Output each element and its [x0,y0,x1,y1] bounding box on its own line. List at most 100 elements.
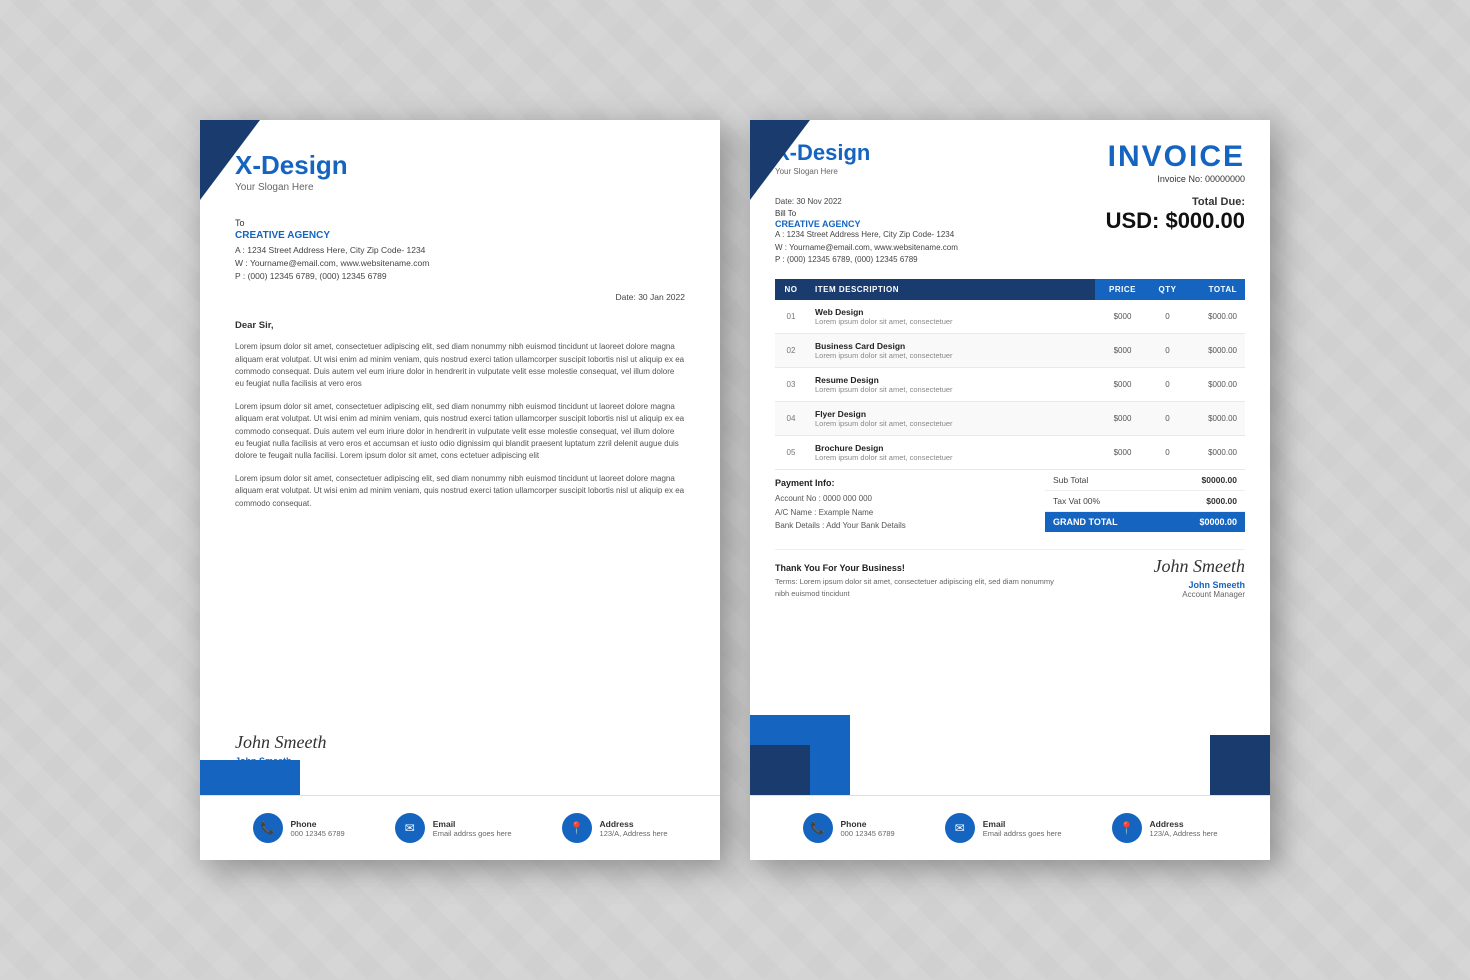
letterhead-signature: John Smeeth John Smeeth Account Manager [235,732,685,775]
inv-address-label: Address [1150,819,1218,829]
thanks-text: Thank You For Your Business! Terms: Lore… [775,563,1055,599]
invoice-total-due-area: Total Due: USD: $000.00 [1106,196,1245,234]
client-phone: P : (000) 12345 6789, (000) 12345 6789 [775,254,958,267]
row-no: 03 [775,368,807,402]
inv-signer-title: Account Manager [1154,590,1245,599]
phone-value: 000 12345 6789 [291,829,345,838]
row-qty: 0 [1150,300,1185,334]
row-desc: Brochure Design Lorem ipsum dolor sit am… [807,436,1095,470]
footer-address-item: 📍 Address 123/A, Address here [562,813,668,843]
account-no: Account No : 0000 000 000 [775,492,1045,506]
invoice-date: Date: 30 Nov 2022 [775,196,958,209]
bill-to-label: Bill To [775,209,958,218]
logo-slogan: Your Slogan Here [235,182,685,193]
address-icon: 📍 [562,813,592,843]
footer-address-text: Address 123/A, Address here [600,819,668,838]
table-row: 03 Resume Design Lorem ipsum dolor sit a… [775,368,1245,402]
address-label: Address [600,819,668,829]
signature-script: John Smeeth [235,732,685,753]
table-row: 02 Business Card Design Lorem ipsum dolo… [775,334,1245,368]
row-price: $000 [1095,368,1150,402]
invoice-meta: Date: 30 Nov 2022 Bill To CREATIVE AGENC… [775,196,1245,267]
tax-row: Tax Vat 00% $000.00 [1045,491,1245,512]
row-desc: Business Card Design Lorem ipsum dolor s… [807,334,1095,368]
row-total: $000.00 [1185,368,1245,402]
inv-corner-bl-dark [750,745,810,795]
recipient-address: A : 1234 Street Address Here, City Zip C… [235,244,685,257]
total-due-label: Total Due: [1106,196,1245,208]
client-address: A : 1234 Street Address Here, City Zip C… [775,229,958,242]
footer-phone-text: Phone 000 12345 6789 [291,819,345,838]
invoice-document: X-Design Your Slogan Here INVOICE Invoic… [750,120,1270,860]
tax-value: $000.00 [1206,496,1237,506]
letterhead-body: Dear Sir, Lorem ipsum dolor sit amet, co… [235,320,685,717]
inv-address-value: 123/A, Address here [1150,829,1218,838]
email-value: Email addrss goes here [433,829,512,838]
subtotal-value: $0000.00 [1202,475,1237,485]
invoice-client-info: Date: 30 Nov 2022 Bill To CREATIVE AGENC… [775,196,958,267]
grand-total-value: $0000.00 [1199,517,1237,527]
recipient-website: W : Yourname@email.com, www.websitename.… [235,257,685,270]
row-desc: Flyer Design Lorem ipsum dolor sit amet,… [807,402,1095,436]
inv-footer-email: ✉ Email Email addrss goes here [945,813,1062,843]
inv-phone-icon: 📞 [803,813,833,843]
table-row: 04 Flyer Design Lorem ipsum dolor sit am… [775,402,1245,436]
row-no: 04 [775,402,807,436]
col-header-no: NO [775,279,807,300]
payment-info-title: Payment Info: [775,478,1045,488]
inv-email-label: Email [983,819,1062,829]
row-price: $000 [1095,402,1150,436]
letterhead-footer: 📞 Phone 000 12345 6789 ✉ Email Email add… [200,795,720,860]
footer-email-item: ✉ Email Email addrss goes here [395,813,512,843]
client-company: CREATIVE AGENCY [775,219,958,229]
pages-container: X-Design Your Slogan Here To CREATIVE AG… [200,120,1270,860]
inv-footer-address: 📍 Address 123/A, Address here [1112,813,1218,843]
row-no: 05 [775,436,807,470]
footer-email-text: Email Email addrss goes here [433,819,512,838]
invoice-thanks: Thank You For Your Business! Terms: Lore… [775,549,1245,599]
inv-corner-br [1210,735,1270,795]
email-label: Email [433,819,512,829]
row-qty: 0 [1150,334,1185,368]
inv-signature-script: John Smeeth [1154,556,1245,577]
payment-info: Payment Info: Account No : 0000 000 000 … [775,470,1045,541]
row-desc: Resume Design Lorem ipsum dolor sit amet… [807,368,1095,402]
summary-table: Sub Total $0000.00 Tax Vat 00% $000.00 G… [1045,470,1245,532]
paragraph-1: Lorem ipsum dolor sit amet, consectetuer… [235,341,685,391]
inv-footer-phone-text: Phone 000 12345 6789 [841,819,895,838]
inv-logo-slogan: Your Slogan Here [775,167,870,176]
invoice-signature: John Smeeth John Smeeth Account Manager [1154,556,1245,599]
row-qty: 0 [1150,368,1185,402]
inv-footer-email-text: Email Email addrss goes here [983,819,1062,838]
signer-name: John Smeeth [235,756,685,766]
invoice-page: X-Design Your Slogan Here INVOICE Invoic… [750,120,1270,860]
row-total: $000.00 [1185,300,1245,334]
paragraph-3: Lorem ipsum dolor sit amet, consectetuer… [235,473,685,510]
invoice-number: Invoice No: 00000000 [1108,174,1245,184]
inv-email-icon: ✉ [945,813,975,843]
col-header-desc: ITEM DESCRIPTION [807,279,1095,300]
inv-phone-value: 000 12345 6789 [841,829,895,838]
row-price: $000 [1095,436,1150,470]
invoice-bottom: Payment Info: Account No : 0000 000 000 … [775,470,1245,541]
row-price: $000 [1095,300,1150,334]
row-no: 01 [775,300,807,334]
letterhead-document: X-Design Your Slogan Here To CREATIVE AG… [200,120,720,860]
phone-label: Phone [291,819,345,829]
table-row: 05 Brochure Design Lorem ipsum dolor sit… [775,436,1245,470]
tax-label: Tax Vat 00% [1053,496,1100,506]
subtotal-label: Sub Total [1053,475,1088,485]
email-icon: ✉ [395,813,425,843]
recipient-company: CREATIVE AGENCY [235,230,685,241]
row-total: $000.00 [1185,402,1245,436]
invoice-footer: 📞 Phone 000 12345 6789 ✉ Email Email add… [750,795,1270,860]
col-header-price: PRICE [1095,279,1150,300]
row-qty: 0 [1150,402,1185,436]
phone-icon: 📞 [253,813,283,843]
col-header-qty: QTY [1150,279,1185,300]
address-value: 123/A, Address here [600,829,668,838]
paragraph-2: Lorem ipsum dolor sit amet, consectetuer… [235,401,685,463]
client-website: W : Yourname@email.com, www.websitename.… [775,242,958,255]
invoice-title: INVOICE [1108,140,1245,174]
row-desc: Web Design Lorem ipsum dolor sit amet, c… [807,300,1095,334]
